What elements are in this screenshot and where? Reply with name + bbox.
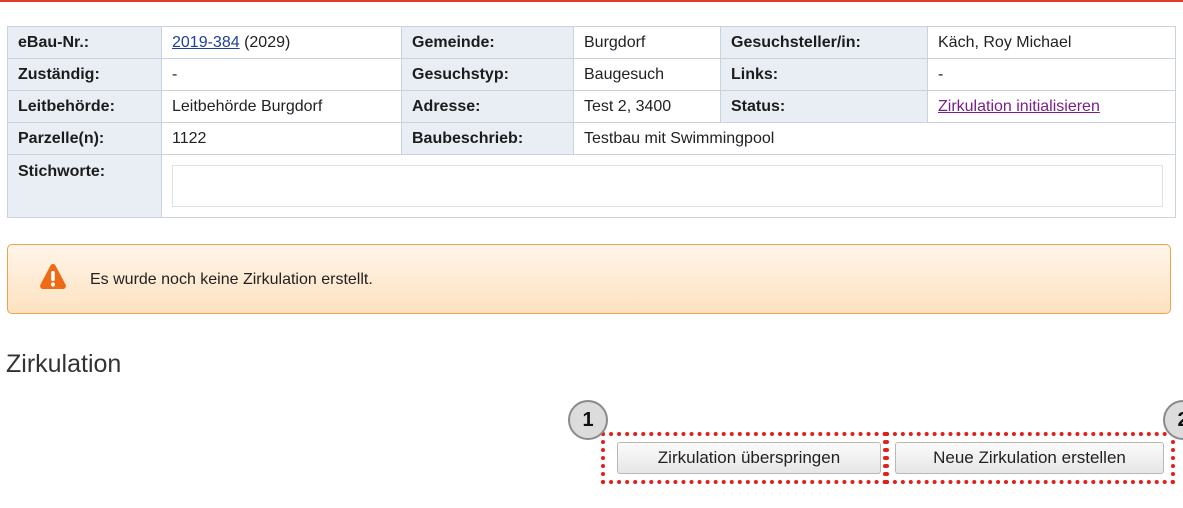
baubeschrieb-label: Baubeschrieb: [401,122,574,155]
status-link[interactable]: Zirkulation initialisieren [938,98,1100,115]
stichworte-label: Stichworte: [7,154,162,218]
links-label: Links: [720,58,928,91]
ebau-nr-label: eBau-Nr.: [7,26,162,59]
stichworte-cell [161,154,1176,218]
table-row: Parzelle(n): 1122 Baubeschrieb: Testbau … [7,122,1176,155]
alert-message: Es wurde noch keine Zirkulation erstellt… [90,271,373,288]
new-circulation-button[interactable]: Neue Zirkulation erstellen [895,442,1164,474]
leitbehoerde-label: Leitbehörde: [7,90,162,123]
table-row: Zuständig: - Gesuchstyp: Baugesuch Links… [7,58,1176,91]
baubeschrieb-value: Testbau mit Swimmingpool [573,122,1176,155]
no-circulation-alert: Es wurde noch keine Zirkulation erstellt… [7,244,1171,314]
warning-icon [40,264,66,289]
gesuchstyp-value: Baugesuch [573,58,721,91]
parzelle-label: Parzelle(n): [7,122,162,155]
gemeinde-value: Burgdorf [573,26,721,59]
parzelle-value: 1122 [161,122,402,155]
table-row: Stichworte: [7,154,1176,218]
gesuchsteller-label: Gesuchsteller/in: [720,26,928,59]
zustaendig-label: Zuständig: [7,58,162,91]
ebau-nr-value: 2019-384 (2029) [161,26,402,59]
application-info-table: eBau-Nr.: 2019-384 (2029) Gemeinde: Burg… [7,26,1176,218]
ebau-nr-link[interactable]: 2019-384 [172,34,240,51]
zustaendig-value: - [161,58,402,91]
ebau-nr-suffix: (2029) [239,33,291,51]
top-accent-rule [0,0,1183,2]
table-row: eBau-Nr.: 2019-384 (2029) Gemeinde: Burg… [7,26,1176,59]
gesuchsteller-value: Käch, Roy Michael [927,26,1176,59]
links-value: - [927,58,1176,91]
status-value: Zirkulation initialisieren [927,90,1176,123]
stichworte-input[interactable] [172,165,1163,207]
annotation-badge-1: 1 [568,400,608,440]
adresse-label: Adresse: [401,90,574,123]
gesuchstyp-label: Gesuchstyp: [401,58,574,91]
table-row: Leitbehörde: Leitbehörde Burgdorf Adress… [7,90,1176,123]
adresse-value: Test 2, 3400 [573,90,721,123]
status-label: Status: [720,90,928,123]
skip-circulation-button[interactable]: Zirkulation überspringen [617,442,881,474]
gemeinde-label: Gemeinde: [401,26,574,59]
section-title: Zirkulation [6,350,122,378]
leitbehoerde-value: Leitbehörde Burgdorf [161,90,402,123]
